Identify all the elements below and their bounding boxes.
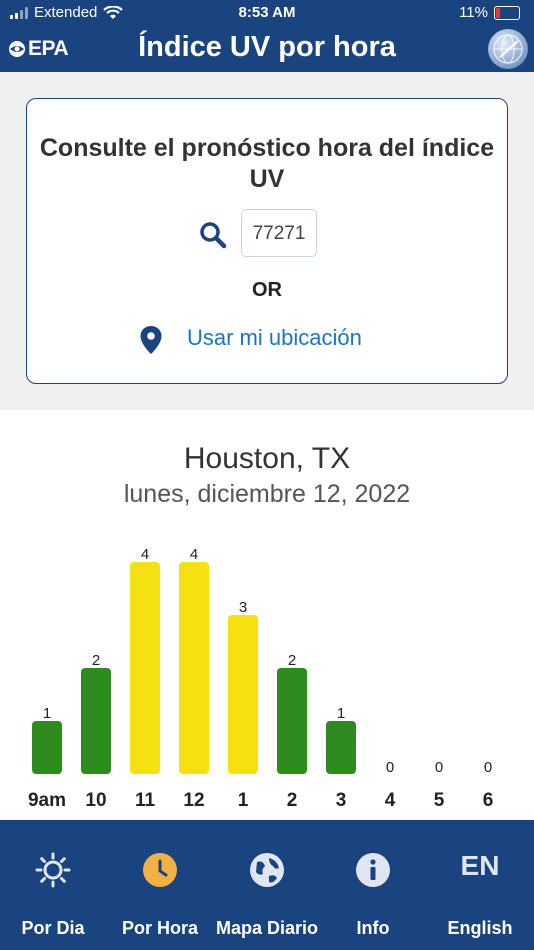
page-title: Índice UV por hora [138,31,396,63]
nav-label-english: English [447,918,513,938]
search-icon[interactable] [199,221,227,249]
uv-bar [277,668,307,774]
uv-value-label: 4 [190,546,198,563]
hour-tick-label: 10 [85,790,106,811]
nav-por-hora[interactable]: Por Hora [106,820,214,950]
hour-tick-label: 9am [28,790,66,811]
nav-por-dia[interactable]: Por Dia [0,820,106,950]
status-bar: Extended 8:53 AM 11% [0,0,534,26]
globe-menu-button[interactable] [488,29,528,69]
clock-icon [143,853,177,887]
uv-value-label: 1 [43,705,51,722]
nav-label-mapa-diario: Mapa Diario [215,918,319,938]
hour-tick-label: 11 [135,790,156,811]
use-my-location-link[interactable]: Usar mi ubicación [187,325,362,351]
zip-code-input[interactable]: 77271 [241,209,317,257]
uv-value-label: 4 [141,546,149,563]
uv-value-label: 2 [92,652,100,669]
globe-icon [250,853,284,887]
nav-label-info: Info [356,918,390,938]
uv-bar [326,721,356,774]
hour-tick-label: 6 [483,790,494,811]
or-label: OR [252,279,282,301]
nav-info[interactable]: Info [320,820,426,950]
uv-bar [179,562,209,774]
nav-label-por-dia: Por Dia [21,918,85,938]
uv-value-label: 2 [288,652,296,669]
hour-tick-label: 4 [385,790,396,811]
forecast-date: lunes, diciembre 12, 2022 [123,480,411,508]
hourly-uv-chart: 19am210411412312213040506 [28,546,494,811]
status-right: 11% [459,4,520,21]
battery-icon [494,5,520,20]
language-icon: EN [460,850,500,881]
app-header: EPA Índice UV por hora [0,26,534,72]
sun-icon [35,852,71,888]
uv-bar [81,668,111,774]
search-section: Consulte el pronóstico hora del índice U… [0,72,534,410]
uv-bar [32,721,62,774]
uv-value-label: 0 [484,759,492,776]
battery-percent: 11% [459,4,488,21]
hour-tick-label: 2 [287,790,298,811]
location-pin-icon[interactable] [139,325,163,355]
nav-mapa-diario[interactable]: Mapa Diario [214,820,320,950]
bottom-nav: Por Dia Por Hora Mapa Diario Info EN Eng… [0,820,534,950]
search-prompt: Consulte el pronóstico hora del índice U… [39,134,495,193]
uv-bar [228,615,258,774]
hour-tick-label: 5 [434,790,445,811]
info-icon [356,853,390,887]
search-card: Consulte el pronóstico hora del índice U… [26,98,508,384]
hour-tick-label: 1 [238,790,249,811]
nav-english[interactable]: EN English [426,820,534,950]
nav-label-por-hora: Por Hora [121,918,199,938]
uv-value-label: 0 [435,759,443,776]
uv-value-label: 1 [337,705,345,722]
uv-bar [130,562,160,774]
status-time: 8:53 AM [238,4,296,21]
hour-tick-label: 12 [183,790,204,811]
uv-value-label: 0 [386,759,394,776]
uv-value-label: 3 [239,599,247,616]
globe-icon [493,34,523,64]
city-name: Houston, TX [183,442,351,475]
hour-tick-label: 3 [336,790,347,811]
